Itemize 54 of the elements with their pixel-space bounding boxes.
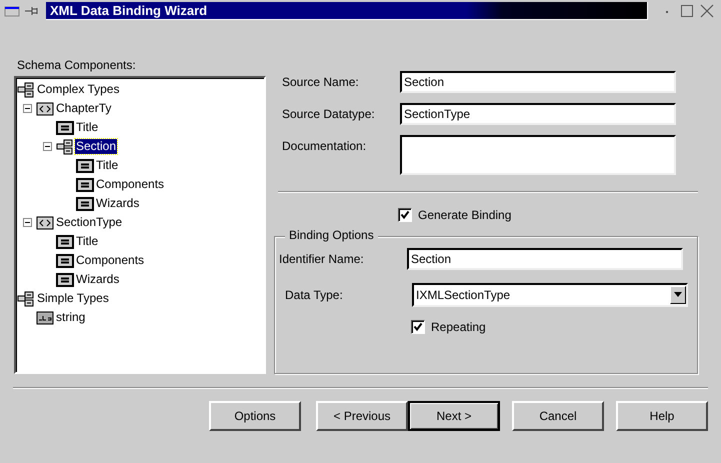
field-label: Documentation:	[281, 138, 368, 153]
tree-item[interactable]: Title	[75, 234, 100, 249]
wizard-button[interactable]: Help	[616, 401, 708, 431]
tree-item[interactable]: Components	[95, 177, 166, 192]
simple-type-icon	[36, 310, 54, 326]
collapse-icon[interactable]	[23, 218, 32, 227]
element-icon	[56, 272, 74, 288]
tree-item[interactable]: Title	[95, 158, 120, 173]
wizard-button[interactable]: Options	[209, 401, 301, 431]
type-group-icon	[56, 138, 74, 154]
type-group-icon	[17, 82, 35, 98]
tree-item[interactable]: Title	[75, 120, 100, 135]
wizard-button[interactable]: Cancel	[512, 401, 604, 431]
tree-item[interactable]: Components	[75, 253, 146, 268]
dropdown[interactable]: IXMLSectionType	[412, 282, 688, 307]
tree-item[interactable]: SectionType	[55, 215, 124, 230]
field-label: Data Type:	[284, 288, 344, 302]
tree-item[interactable]: ChapterTy	[55, 101, 112, 116]
input-field[interactable]: Section	[407, 248, 683, 270]
window-title: XML Data Binding Wizard	[46, 2, 648, 20]
field-label: Source Name:	[281, 74, 360, 89]
dropdown-arrow-icon	[674, 292, 682, 298]
checkbox[interactable]	[398, 208, 412, 222]
field-label: Source Datatype:	[281, 106, 376, 121]
type-group-icon	[17, 290, 35, 306]
tree-item[interactable]: Simple Types	[36, 291, 110, 306]
checkbox-label[interactable]: Generate Binding	[418, 208, 512, 222]
tree-item[interactable]: Wizards	[75, 272, 120, 287]
complex-type-icon	[36, 214, 54, 230]
element-icon	[76, 158, 94, 174]
documentation-field[interactable]	[400, 134, 676, 175]
group-title: Binding Options	[285, 228, 378, 242]
input-field[interactable]: Section	[400, 70, 676, 93]
tree-item[interactable]: string	[55, 310, 86, 325]
wizard-button[interactable]: < Previous	[316, 401, 408, 431]
tree-item[interactable]: Wizards	[95, 196, 140, 211]
element-icon	[56, 252, 74, 268]
element-icon	[76, 196, 94, 212]
checkbox[interactable]	[411, 320, 425, 334]
complex-type-icon	[36, 100, 54, 116]
maximize-icon[interactable]	[680, 4, 694, 18]
checkbox-label[interactable]: Repeating	[431, 320, 486, 334]
tree-item[interactable]: Complex Types	[36, 82, 120, 97]
wizard-button[interactable]: Next >	[408, 401, 500, 431]
element-icon	[56, 120, 74, 136]
input-field[interactable]: SectionType	[400, 102, 676, 125]
element-icon	[76, 176, 94, 192]
close-icon[interactable]	[700, 4, 714, 18]
element-icon	[56, 234, 74, 250]
tree-label: Schema Components:	[16, 58, 137, 74]
tree-item[interactable]: Section	[75, 139, 118, 154]
field-label: Identifier Name:	[279, 252, 365, 266]
collapse-icon[interactable]	[43, 142, 52, 151]
collapse-icon[interactable]	[23, 104, 32, 113]
